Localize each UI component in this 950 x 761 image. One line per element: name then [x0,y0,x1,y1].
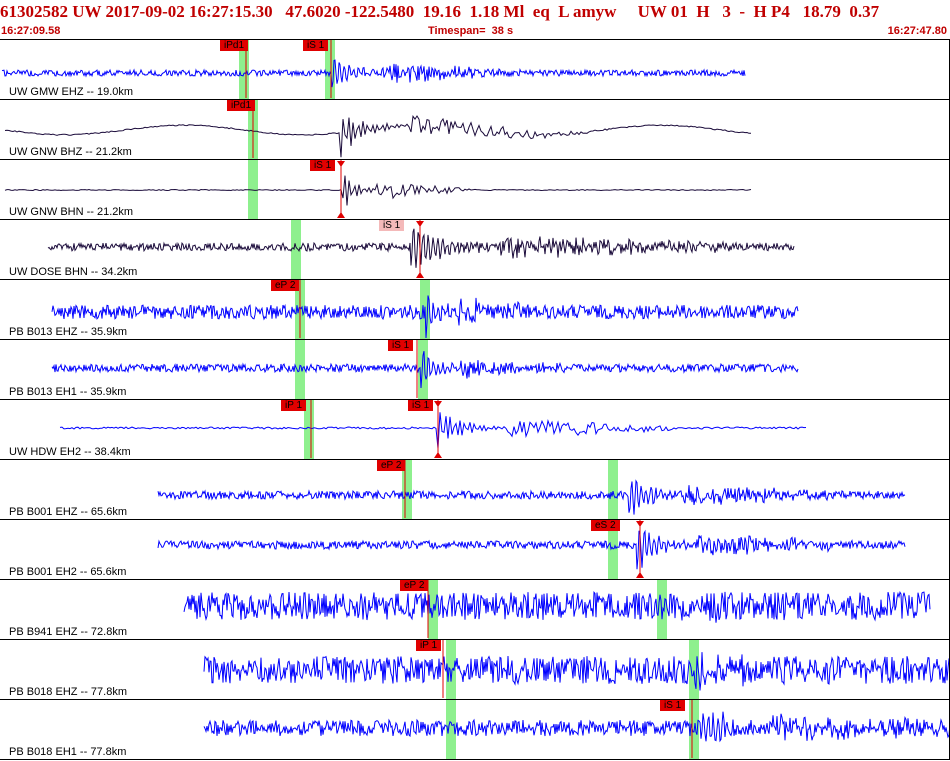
pick-arrow-icon [636,572,644,578]
phase-window [689,640,699,699]
pick-arrow-icon [636,521,644,527]
phase-window [608,460,618,519]
waveform-gather[interactable]: iPd1 iS 1 UW GMW EHZ -- 19.0km iPd1 UW GNW B… [0,39,950,761]
trace-panel[interactable]: iPd1 UW GNW BHZ -- 21.2km [0,100,950,160]
trace-panel[interactable]: eS 2 PB B001 EH2 -- 65.6km [0,520,950,580]
header-bar: 61302582 UW 2017-09-02 16:27:15.30 47.60… [0,0,950,39]
station-label: UW DOSE BHN -- 34.2km [9,266,138,278]
seismogram-plot [203,700,949,759]
waveform-trace [59,412,807,449]
seismogram-plot [157,460,906,519]
waveform-trace [183,590,931,623]
seismogram-plot [51,340,799,399]
station-label: PB B001 EH2 -- 65.6km [9,566,127,578]
pick-label[interactable]: iS 1 [379,220,405,231]
station-label: PB B013 EHZ -- 35.9km [9,326,127,338]
station-label: PB B001 EHZ -- 65.6km [9,506,127,518]
pick-label[interactable]: iP 1 [416,640,442,651]
phase-window [418,340,428,399]
waveform-trace [203,652,949,691]
pick-label[interactable]: iS 1 [388,340,414,351]
start-time: 16:27:09.58 [1,25,61,37]
trace-panel[interactable]: iS 1 PB B018 EH1 -- 77.8km [0,700,950,760]
station-label: UW GMW EHZ -- 19.0km [9,86,134,98]
pick-label[interactable]: iS 1 [408,400,434,411]
event-title: 61302582 UW 2017-09-02 16:27:15.30 47.60… [0,2,880,21]
seismogram-plot [4,160,752,219]
trace-panel[interactable]: iS 1 UW DOSE BHN -- 34.2km [0,220,950,280]
trace-panel[interactable]: iS 1 UW GNW BHN -- 21.2km [0,160,950,220]
pick-label[interactable]: iS 1 [303,40,329,51]
seismogram-plot [4,100,751,159]
pick-arrow-icon [416,221,424,227]
seismogram-plot [59,400,807,459]
seismogram-plot [203,640,949,699]
trace-panel[interactable]: iP 1 PB B018 EHZ -- 77.8km [0,640,950,700]
seismogram-plot [51,280,799,339]
trace-panel[interactable]: iP 1 iS 1 UW HDW EH2 -- 38.4km [0,400,950,460]
pick-arrow-icon [434,401,442,407]
pick-arrow-icon [416,272,424,278]
seismogram-plot [157,520,906,579]
seismogram-plot [47,220,795,279]
seismogram-plot [1,40,746,99]
pick-label[interactable]: iPd1 [220,40,249,51]
waveform-trace [1,59,746,88]
pick-arrow-icon [337,161,345,167]
station-label: UW HDW EH2 -- 38.4km [9,446,131,458]
waveform-trace [157,479,906,515]
waveform-trace [4,175,752,206]
trace-panel[interactable]: eP 2 PB B013 EHZ -- 35.9km [0,280,950,340]
waveform-trace [47,228,795,268]
pick-label[interactable]: eP 2 [400,580,429,591]
station-label: UW GNW BHN -- 21.2km [9,206,134,218]
waveform-trace [203,711,949,743]
station-label: PB B018 EHZ -- 77.8km [9,686,127,698]
pick-label[interactable]: iPd1 [227,100,256,111]
pick-arrow-icon [337,212,345,218]
timespan-label: Timespan= 38 s [428,25,514,37]
station-label: PB B941 EHZ -- 72.8km [9,626,127,638]
station-label: PB B018 EH1 -- 77.8km [9,746,127,758]
trace-panel[interactable]: iPd1 iS 1 UW GMW EHZ -- 19.0km [0,40,950,100]
pick-label[interactable]: iP 1 [281,400,307,411]
trace-panel[interactable]: eP 2 PB B001 EHZ -- 65.6km [0,460,950,520]
pick-arrow-icon [434,452,442,458]
pick-label[interactable]: eS 2 [591,520,620,531]
pick-label[interactable]: iS 1 [660,700,686,711]
pick-label[interactable]: eP 2 [271,280,300,291]
end-time: 16:27:47.80 [887,25,947,37]
trace-panel[interactable]: iS 1 PB B013 EH1 -- 35.9km [0,340,950,400]
trace-panel[interactable]: eP 2 PB B941 EHZ -- 72.8km [0,580,950,640]
pick-label[interactable]: iS 1 [310,160,336,171]
waveform-trace [157,529,906,570]
pick-label[interactable]: eP 2 [377,460,406,471]
station-label: UW GNW BHZ -- 21.2km [9,146,132,158]
seismogram-plot [183,580,931,639]
station-label: PB B013 EH1 -- 35.9km [9,386,127,398]
